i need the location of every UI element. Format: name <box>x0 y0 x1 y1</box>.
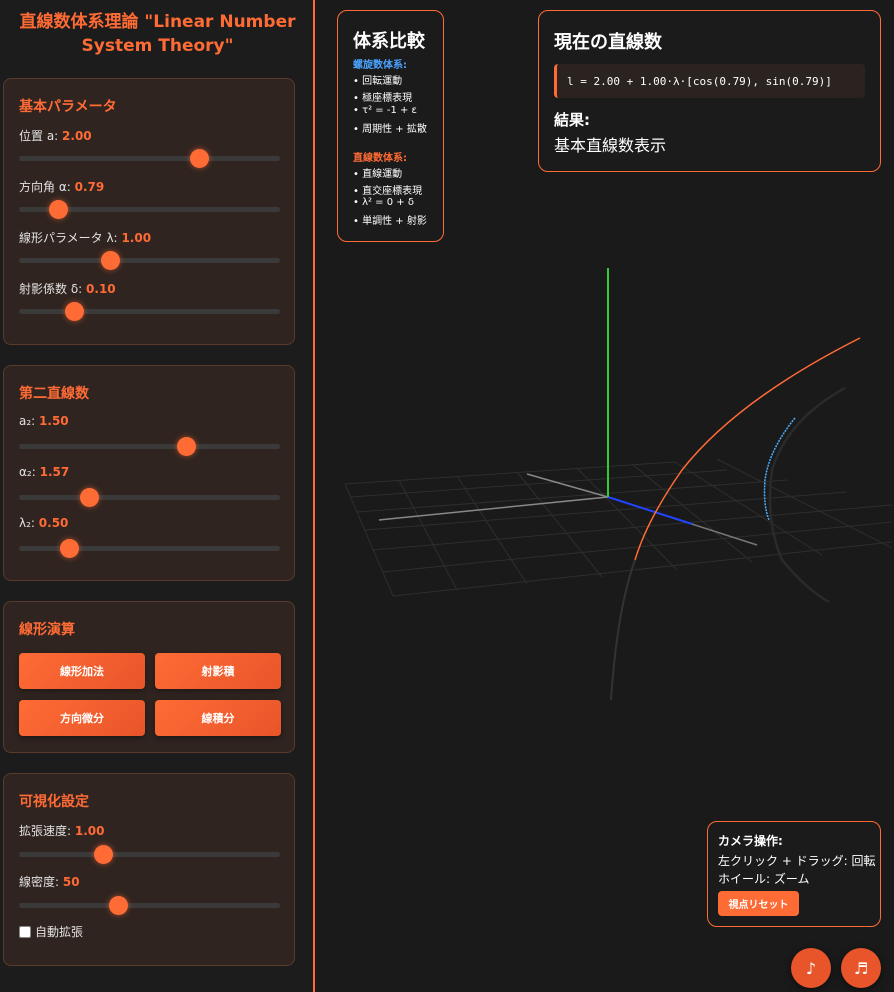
basic-params-panel: 基本パラメータ 位置 a: 2.00 方向角 α: 0.79 線形パラメータ λ… <box>3 78 295 345</box>
projection-product-button[interactable]: 射影積 <box>155 653 281 689</box>
spiral-item: • 回転運動 <box>353 76 403 87</box>
spiral-system-heading: 螺旋数体系: <box>353 60 407 71</box>
app-title: 直線数体系理論 "Linear Number System Theory" <box>0 10 315 58</box>
result-label: 結果: <box>554 111 590 129</box>
line-integral-button[interactable]: 線積分 <box>155 700 281 736</box>
x-axis-line <box>378 496 609 521</box>
spiral-item: • 極座標表現 <box>353 93 413 104</box>
spiral-item: • 周期性 + 拡散 <box>353 124 427 135</box>
grid-line <box>456 475 528 585</box>
linear-item: • 直線運動 <box>353 169 403 180</box>
current-number-box: 現在の直線数 l = 2.00 + 1.00·λ·[cos(0.79), sin… <box>538 10 881 172</box>
music-notes-button[interactable]: ♬ <box>841 948 881 988</box>
lambda2-slider[interactable] <box>19 539 280 558</box>
spiral-item: • τ² = -1 + ε <box>353 105 417 116</box>
lambda-slider[interactable] <box>19 251 280 270</box>
ground-grid <box>344 458 893 597</box>
angle-slider[interactable] <box>19 200 280 219</box>
music-note-button[interactable]: ♪ <box>791 948 831 988</box>
grid-line <box>344 483 394 597</box>
z-axis-line <box>607 496 693 525</box>
param-label-alpha2: α₂: 1.57 <box>19 465 70 479</box>
slider-thumb[interactable] <box>109 896 129 915</box>
grid-line <box>716 458 893 549</box>
param-value: 2.00 <box>62 129 92 143</box>
linear-number-curve-lower <box>610 559 636 701</box>
grid-line <box>516 471 603 578</box>
result-value: 基本直線数表示 <box>554 136 667 155</box>
param-value: 1.00 <box>121 231 152 245</box>
music-note-icon: ♪ <box>805 958 817 978</box>
param-value: 0.10 <box>86 282 116 296</box>
param-label-lambda2: λ₂: 0.50 <box>19 516 69 530</box>
camera-title: カメラ操作: <box>718 834 783 848</box>
slider-thumb[interactable] <box>49 200 69 219</box>
app-title-line1: 直線数体系理論 "Linear Number <box>19 12 296 32</box>
grid-line <box>576 467 678 571</box>
param-label-a2: a₂: 1.50 <box>19 414 69 428</box>
slider-thumb[interactable] <box>59 539 79 558</box>
directional-derivative-button[interactable]: 方向微分 <box>19 700 145 736</box>
grid-line <box>344 461 676 485</box>
x-axis-back-line <box>526 473 609 498</box>
param-label-position: 位置 a: 2.00 <box>19 129 92 143</box>
comparison-title: 体系比較 <box>353 31 425 52</box>
linear-add-button[interactable]: 線形加法 <box>19 653 145 689</box>
slider-thumb[interactable] <box>101 251 121 270</box>
param-value: 0.50 <box>38 516 69 530</box>
grid-line <box>631 463 753 563</box>
control-sidebar: 直線数体系理論 "Linear Number System Theory" 基本… <box>0 0 315 992</box>
param-label-lambda: 線形パラメータ λ: 1.00 <box>19 231 152 245</box>
panel-title: 基本パラメータ <box>19 99 117 115</box>
slider-thumb[interactable] <box>93 845 113 864</box>
panel-title: 第二直線数 <box>19 386 89 402</box>
param-label-density: 線密度: 50 <box>19 875 80 889</box>
camera-instruction-zoom: ホイール: ズーム <box>718 872 810 886</box>
grid-line <box>372 504 893 551</box>
grid-line <box>356 479 788 513</box>
slider-thumb[interactable] <box>80 488 100 507</box>
grid-line <box>398 479 458 591</box>
linear-item: • 単調性 + 射影 <box>353 216 427 227</box>
speed-slider[interactable] <box>19 845 280 864</box>
param-value: 1.00 <box>74 824 105 838</box>
panel-title: 線形演算 <box>19 622 75 638</box>
system-comparison-box: 体系比較 螺旋数体系: • 回転運動 • 極座標表現 • τ² = -1 + ε… <box>337 10 444 242</box>
camera-instruction-rotate: 左クリック + ドラッグ: 回転 <box>718 854 876 868</box>
linear-ops-panel: 線形演算 線形加法 射影積 方向微分 線積分 <box>3 601 295 753</box>
slider-thumb[interactable] <box>64 302 84 321</box>
param-label-speed: 拡張速度: 1.00 <box>19 824 105 838</box>
auto-expand-row: 自動拡張 <box>19 923 83 940</box>
slider-thumb[interactable] <box>190 149 210 168</box>
app-title-line2: System Theory" <box>81 36 234 56</box>
param-value: 0.79 <box>74 180 105 194</box>
delta-slider[interactable] <box>19 302 280 321</box>
a2-slider[interactable] <box>19 437 280 456</box>
auto-expand-checkbox[interactable] <box>19 925 31 938</box>
param-value: 1.57 <box>39 465 70 479</box>
linear-item: • 直交座標表現 <box>353 186 423 197</box>
formula-display: l = 2.00 + 1.00·λ·[cos(0.79), sin(0.79)] <box>554 64 865 98</box>
camera-controls-box: カメラ操作: 左クリック + ドラッグ: 回転 ホイール: ズーム 視点リセット <box>707 821 881 927</box>
param-value: 50 <box>62 875 80 889</box>
linear-number-curve <box>634 337 861 561</box>
second-number-panel: 第二直線数 a₂: 1.50 α₂: 1.57 λ₂: 0.50 <box>3 365 295 581</box>
density-slider[interactable] <box>19 896 280 915</box>
reset-view-button[interactable]: 視点リセット <box>718 891 799 916</box>
grid-line <box>350 469 728 498</box>
linear-item: • λ² = 0 + δ <box>353 197 414 208</box>
grid-line <box>392 541 893 597</box>
current-number-title: 現在の直線数 <box>554 32 662 53</box>
param-value: 1.50 <box>39 414 69 428</box>
param-label-delta: 射影係数 δ: 0.10 <box>19 282 116 296</box>
auto-expand-label: 自動拡張 <box>35 925 84 939</box>
viz-settings-panel: 可視化設定 拡張速度: 1.00 線密度: 50 自動拡張 <box>3 773 295 966</box>
linear-system-heading: 直線数体系: <box>353 153 407 164</box>
alpha2-slider[interactable] <box>19 488 280 507</box>
param-label-angle: 方向角 α: 0.79 <box>19 180 105 194</box>
music-notes-icon: ♬ <box>853 958 869 978</box>
panel-title: 可視化設定 <box>19 794 89 810</box>
position-slider[interactable] <box>19 149 280 168</box>
slider-thumb[interactable] <box>177 437 197 456</box>
